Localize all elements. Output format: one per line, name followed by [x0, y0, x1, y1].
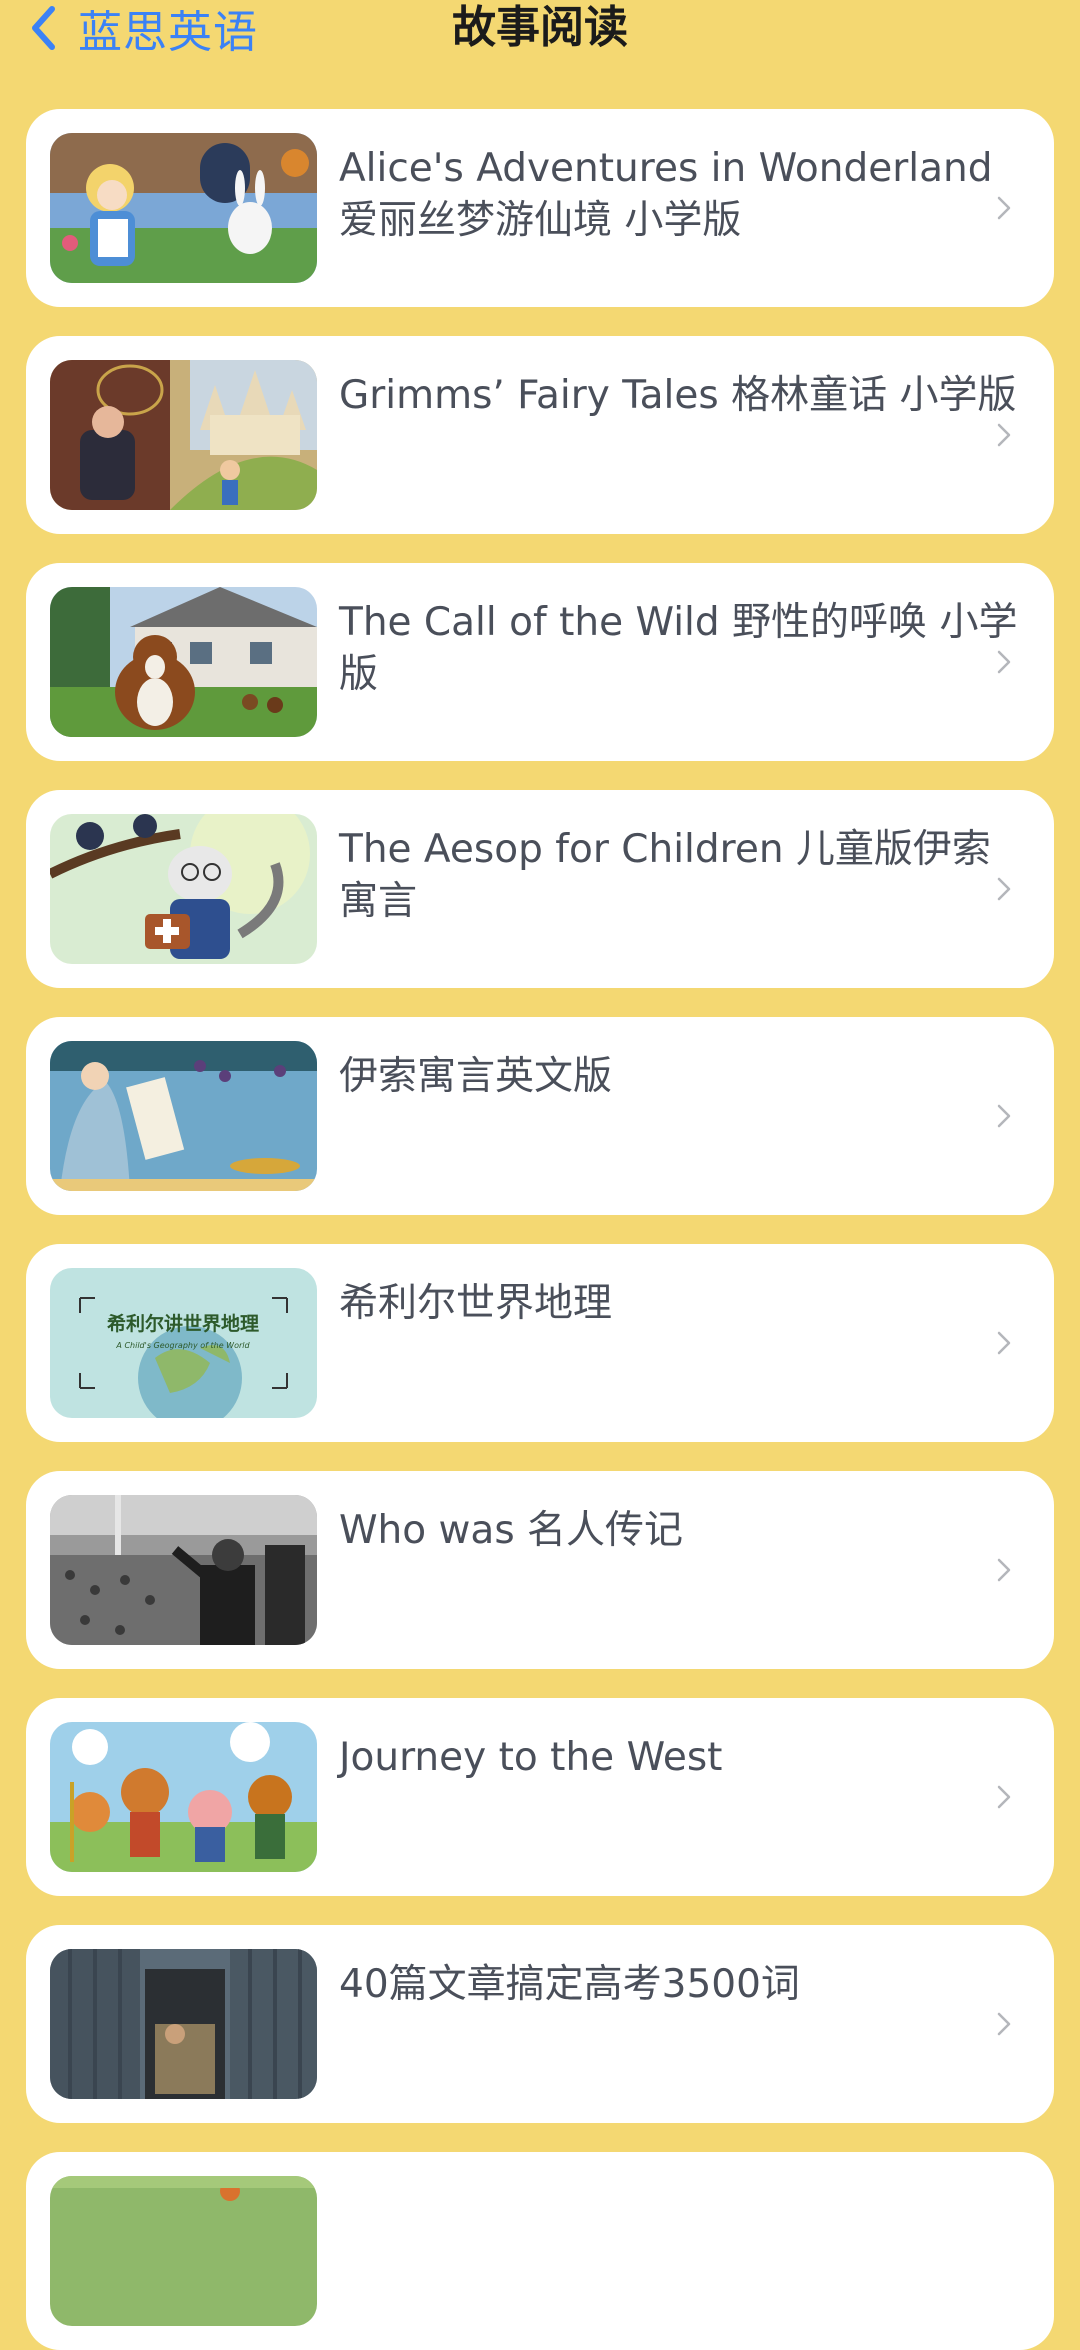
chevron-right-icon: [997, 423, 1011, 447]
cover-subtext: A Child's Geography of the World: [115, 1341, 250, 1350]
list-item-partial[interactable]: [26, 2152, 1054, 2350]
book-cover-who-was: [50, 1495, 317, 1645]
book-cover-aesops-fables: [50, 1041, 317, 1191]
book-title: The Call of the Wild 野性的呼唤 小学版: [339, 600, 1018, 697]
list-item-hillyer-geography[interactable]: 希利尔讲世界地理 A Child's Geography of the Worl…: [26, 1244, 1054, 1442]
book-cover-call-of-the-wild: [50, 587, 317, 737]
chevron-right-icon: [997, 650, 1011, 674]
book-cover-aesop-for-children: [50, 814, 317, 964]
book-cover-grimms: [50, 360, 317, 510]
book-title: Alice's Adventures in Wonderland 爱丽丝梦游仙境…: [339, 146, 993, 243]
cover-text: 希利尔讲世界地理: [107, 1312, 259, 1335]
list-item-call-of-the-wild[interactable]: The Call of the Wild 野性的呼唤 小学版: [26, 563, 1054, 761]
list-item-alice[interactable]: Alice's Adventures in Wonderland 爱丽丝梦游仙境…: [26, 109, 1054, 307]
book-cover-partial: [50, 2176, 317, 2326]
list-item-grimms[interactable]: Grimms’ Fairy Tales 格林童话 小学版: [26, 336, 1054, 534]
chevron-right-icon: [997, 877, 1011, 901]
book-title: Journey to the West: [339, 1735, 723, 1780]
chevron-right-icon: [997, 1785, 1011, 1809]
chevron-right-icon: [997, 1558, 1011, 1582]
book-cover-forty-articles: [50, 1949, 317, 2099]
navigation-bar: 蓝思英语 故事阅读: [0, 0, 1080, 90]
page-title: 故事阅读: [452, 2, 628, 53]
book-cover-journey-to-the-west: [50, 1722, 317, 1872]
chevron-right-icon: [997, 196, 1011, 220]
book-title: 希利尔世界地理: [339, 1281, 613, 1326]
chevron-right-icon: [997, 1331, 1011, 1355]
list-item-journey-to-the-west[interactable]: Journey to the West: [26, 1698, 1054, 1896]
book-title: 伊索寓言英文版: [339, 1054, 613, 1099]
book-cover-alice: [50, 133, 317, 283]
list-item-who-was[interactable]: Who was 名人传记: [26, 1471, 1054, 1669]
list-item-aesop-for-children[interactable]: The Aesop for Children 儿童版伊索寓言: [26, 790, 1054, 988]
book-title: Who was 名人传记: [339, 1508, 684, 1553]
book-title: The Aesop for Children 儿童版伊索寓言: [339, 827, 991, 924]
book-title: 40篇文章搞定高考3500词: [339, 1962, 800, 2007]
list-item-aesops-fables[interactable]: 伊索寓言英文版: [26, 1017, 1054, 1215]
chevron-right-icon: [997, 1104, 1011, 1128]
book-cover-hillyer-geography: 希利尔讲世界地理 A Child's Geography of the Worl…: [50, 1268, 317, 1418]
book-title: Grimms’ Fairy Tales 格林童话 小学版: [339, 373, 1017, 418]
list-item-forty-articles[interactable]: 40篇文章搞定高考3500词: [26, 1925, 1054, 2123]
chevron-right-icon: [997, 2012, 1011, 2036]
